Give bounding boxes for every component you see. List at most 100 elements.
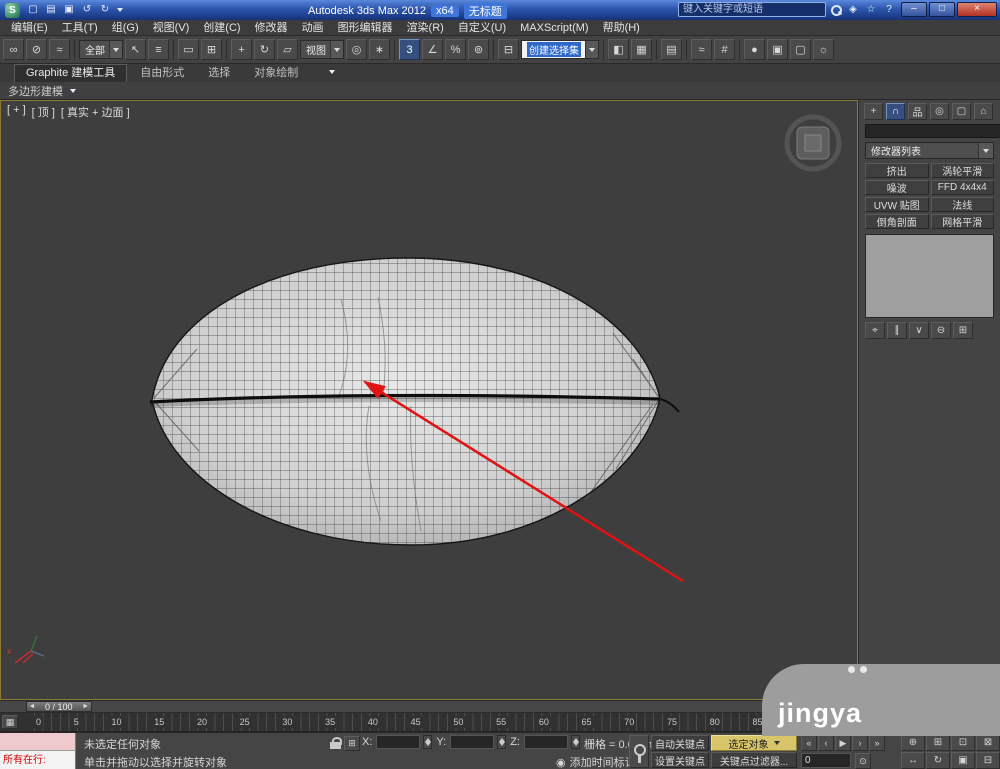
bevel-profile-modifier-button[interactable]: 倒角剖面: [865, 214, 929, 229]
key-mode-toggle-icon[interactable]: ⊙: [855, 753, 871, 769]
ffd-modifier-button[interactable]: FFD 4x4x4: [931, 180, 995, 195]
turbosmooth-modifier-button[interactable]: 涡轮平滑: [931, 163, 995, 178]
meshsmooth-modifier-button[interactable]: 网格平滑: [931, 214, 995, 229]
remove-modifier-icon[interactable]: ⊖: [931, 322, 951, 339]
mini-curve-editor-button[interactable]: ▦: [2, 715, 18, 729]
select-and-link-icon[interactable]: ∞: [3, 39, 24, 60]
noise-modifier-button[interactable]: 噪波: [865, 180, 929, 195]
window-crossing-icon[interactable]: ⊞: [201, 39, 222, 60]
ribbon-tab-freeform[interactable]: 自由形式: [129, 65, 195, 82]
maximize-button[interactable]: □: [929, 2, 955, 17]
align-icon[interactable]: ▦: [631, 39, 652, 60]
render-production-icon[interactable]: ☼: [813, 39, 834, 60]
set-keys-button[interactable]: [629, 735, 649, 768]
redo-icon[interactable]: ↻: [97, 3, 113, 17]
key-filters-button[interactable]: 关键点过滤器...: [711, 752, 797, 768]
render-setup-icon[interactable]: ▣: [767, 39, 788, 60]
chevron-down-icon[interactable]: [585, 41, 598, 58]
zoom-extents-icon[interactable]: ⊡: [951, 734, 975, 751]
auto-key-button[interactable]: 自动关键点: [651, 735, 709, 751]
selection-lock-icon[interactable]: [330, 737, 342, 749]
create-tab-icon[interactable]: +: [864, 103, 883, 120]
chevron-down-icon[interactable]: [978, 143, 993, 158]
snaps-toggle-3d-icon[interactable]: 3: [399, 39, 420, 60]
add-time-tag[interactable]: ◉ 添加时间标记: [556, 754, 636, 769]
zoom-icon[interactable]: ⊕: [901, 734, 925, 751]
material-editor-icon[interactable]: ●: [744, 39, 765, 60]
pin-stack-icon[interactable]: ⌖: [865, 322, 885, 339]
ribbon-panel-polygon-modeling[interactable]: 多边形建模: [8, 83, 63, 99]
chevron-down-icon[interactable]: [109, 41, 122, 58]
maxscript-macro-recorder[interactable]: [0, 733, 76, 751]
pillow-wireframe-object[interactable]: [141, 251, 691, 561]
reference-coordinate-dropdown[interactable]: 视图: [300, 40, 344, 59]
menu-modifiers[interactable]: 修改器: [248, 20, 295, 36]
mirror-icon[interactable]: ◧: [608, 39, 629, 60]
qat-dropdown-icon[interactable]: [117, 8, 123, 12]
viewport-general-menu[interactable]: [ + ]: [7, 104, 26, 120]
ribbon-tab-selection[interactable]: 选择: [197, 65, 241, 82]
viewport-shading-menu[interactable]: [ 真实 + 边面 ]: [61, 104, 130, 120]
close-button[interactable]: ×: [957, 2, 997, 17]
modifier-stack-list[interactable]: [865, 234, 994, 318]
modify-tab-icon[interactable]: ∩: [886, 103, 905, 120]
save-file-icon[interactable]: ▣: [61, 3, 77, 17]
select-object-icon[interactable]: ↖: [125, 39, 146, 60]
spinner-snap-icon[interactable]: ⊚: [468, 39, 489, 60]
menu-graph-editors[interactable]: 图形编辑器: [331, 20, 400, 36]
help-icon[interactable]: ?: [882, 4, 896, 15]
z-spinner[interactable]: [571, 735, 580, 749]
menu-maxscript[interactable]: MAXScript(M): [513, 20, 595, 36]
menu-customize[interactable]: 自定义(U): [451, 20, 513, 36]
selection-filter-dropdown[interactable]: 全部: [79, 40, 123, 59]
percent-snap-icon[interactable]: %: [445, 39, 466, 60]
maximize-viewport-toggle-icon[interactable]: ▣: [951, 752, 975, 769]
utilities-tab-icon[interactable]: ⌂: [974, 103, 993, 120]
selected-objects-dropdown[interactable]: 选定对象: [711, 735, 797, 751]
go-to-end-icon[interactable]: »: [869, 735, 885, 751]
panel-expand-icon[interactable]: [70, 89, 76, 93]
menu-create[interactable]: 创建(C): [196, 20, 247, 36]
uvw-map-modifier-button[interactable]: UVW 贴图: [865, 197, 929, 212]
y-spinner[interactable]: [497, 735, 506, 749]
rendered-frame-window-icon[interactable]: ▢: [790, 39, 811, 60]
unlink-selection-icon[interactable]: ⊘: [26, 39, 47, 60]
curve-editor-icon[interactable]: ≈: [691, 39, 712, 60]
make-unique-icon[interactable]: ∨: [909, 322, 929, 339]
new-file-icon[interactable]: ▢: [25, 3, 41, 17]
extrude-modifier-button[interactable]: 挤出: [865, 163, 929, 178]
menu-rendering[interactable]: 渲染(R): [400, 20, 451, 36]
minimize-button[interactable]: –: [901, 2, 927, 17]
viewport-pov-menu[interactable]: [ 顶 ]: [32, 104, 55, 120]
menu-animation[interactable]: 动画: [295, 20, 331, 36]
track-bar[interactable]: ▦ 0 5 10 15 20 25 30 35 40 45 50 55 60 6…: [0, 713, 858, 732]
ribbon-tab-graphite-modeling[interactable]: Graphite 建模工具: [14, 64, 127, 82]
named-selection-sets-dropdown[interactable]: 创建选择集: [521, 40, 599, 59]
rectangular-selection-region-icon[interactable]: ▭: [178, 39, 199, 60]
previous-frame-icon[interactable]: ‹: [818, 735, 834, 751]
search-icon[interactable]: [830, 4, 842, 16]
open-file-icon[interactable]: ▤: [43, 3, 59, 17]
edit-named-selection-sets-icon[interactable]: ⊟: [498, 39, 519, 60]
menu-group[interactable]: 组(G): [105, 20, 146, 36]
show-end-result-icon[interactable]: ∥: [887, 322, 907, 339]
next-frame-icon[interactable]: ›: [852, 735, 868, 751]
maxscript-mini-listener[interactable]: 所有在行:: [0, 751, 76, 769]
select-and-scale-icon[interactable]: ▱: [277, 39, 298, 60]
select-by-name-icon[interactable]: ≡: [148, 39, 169, 60]
previous-frame-icon[interactable]: ◄: [27, 703, 37, 710]
dolly-icon[interactable]: ⊟: [976, 752, 1000, 769]
viewport-top[interactable]: [ + ] [ 顶 ] [ 真实 + 边面 ]: [0, 100, 858, 700]
communication-center-icon[interactable]: ◈: [846, 4, 860, 15]
object-name-input[interactable]: [865, 124, 1000, 138]
go-to-start-icon[interactable]: «: [801, 735, 817, 751]
menu-help[interactable]: 帮助(H): [596, 20, 647, 36]
ribbon-tab-object-paint[interactable]: 对象绘制: [243, 65, 309, 82]
select-and-move-icon[interactable]: +: [231, 39, 252, 60]
orbit-icon[interactable]: ↻: [926, 752, 950, 769]
configure-modifier-sets-icon[interactable]: ⊞: [953, 322, 973, 339]
select-and-rotate-icon[interactable]: ↻: [254, 39, 275, 60]
angle-snap-icon[interactable]: ∠: [422, 39, 443, 60]
menu-tools[interactable]: 工具(T): [55, 20, 105, 36]
normal-modifier-button[interactable]: 法线: [931, 197, 995, 212]
